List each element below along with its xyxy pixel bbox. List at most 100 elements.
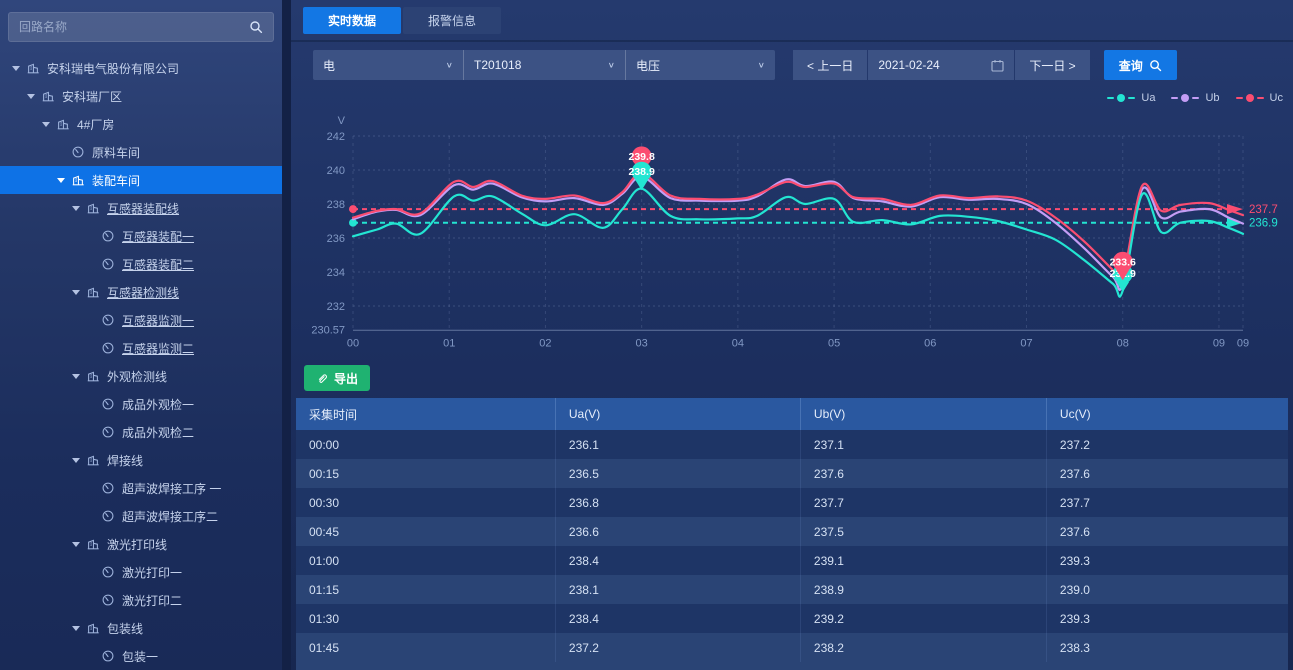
svg-text:04: 04 [732,337,744,349]
table-cell: 236.1 [556,430,801,459]
tree-item-20[interactable]: 包装线 [0,614,282,642]
caret-down-icon[interactable] [57,178,71,183]
tree-item-5[interactable]: 互感器装配线 [0,194,282,222]
prev-day-button[interactable]: < 上一日 [793,50,867,80]
date-picker[interactable]: 2021-02-24 [868,50,1014,80]
table-cell: 00:45 [296,517,556,546]
tree-item-15[interactable]: 超声波焊接工序 一 [0,474,282,502]
caret-down-icon[interactable] [72,542,86,547]
circuit-search-box[interactable] [8,12,274,42]
tree-item-1[interactable]: 安科瑞厂区 [0,82,282,110]
energy-type-select[interactable]: 电 ∨ [313,50,463,80]
next-day-button[interactable]: 下一日 > [1015,50,1089,80]
gauge-icon [101,649,116,663]
tree-item-17[interactable]: 激光打印线 [0,530,282,558]
tree-item-0[interactable]: 安科瑞电气股份有限公司 [0,54,282,82]
building-icon [86,285,101,299]
table-cell: 01:15 [296,575,556,604]
table-cell: 237.7 [801,488,1047,517]
table-cell: 237.6 [1047,517,1288,546]
legend-item-uc[interactable]: Uc [1236,92,1283,104]
svg-text:V: V [338,115,346,127]
tree-item-label: 焊接线 [107,452,143,469]
param-select[interactable]: 电压 ∨ [625,50,775,80]
table-cell: 00:30 [296,488,556,517]
panel-divider [282,0,291,670]
table-cell: 239.1 [801,546,1047,575]
tree-item-13[interactable]: 成品外观检二 [0,418,282,446]
tree-item-4[interactable]: 装配车间 [0,166,282,194]
paperclip-icon [316,372,328,384]
table-cell: 238.2 [801,633,1047,662]
date-value: 2021-02-24 [878,58,939,72]
tree-item-label: 超声波焊接工序 一 [122,480,221,497]
caret-down-icon[interactable] [72,290,86,295]
svg-text:239.8: 239.8 [629,151,655,163]
tree-item-2[interactable]: 4#厂房 [0,110,282,138]
svg-text:240: 240 [327,165,345,177]
tree-item-9[interactable]: 互感器监测一 [0,306,282,334]
gauge-icon [101,565,116,579]
query-label: 查询 [1119,57,1143,74]
caret-down-icon[interactable] [27,94,41,99]
building-icon [56,117,71,131]
search-input[interactable] [19,20,249,34]
query-button[interactable]: 查询 [1104,50,1177,80]
table-cell: 239.0 [1047,575,1288,604]
filter-dropdown-group: 电 ∨ T201018 ∨ 电压 ∨ [313,50,775,80]
caret-down-icon[interactable] [72,458,86,463]
tree-item-8[interactable]: 互感器检测线 [0,278,282,306]
tab-0[interactable]: 实时数据 [303,7,401,34]
svg-text:242: 242 [327,131,345,143]
caret-down-icon[interactable] [72,206,86,211]
svg-text:02: 02 [539,337,551,349]
building-icon [86,621,101,635]
svg-text:07: 07 [1020,337,1032,349]
param-value: 电压 [636,57,660,74]
tab-1[interactable]: 报警信息 [403,7,501,34]
table-row: 00:45236.6237.5237.6 [296,517,1288,546]
caret-down-icon[interactable] [72,626,86,631]
tree-item-21[interactable]: 包装一 [0,642,282,670]
table-row: 00:30236.8237.7237.7 [296,488,1288,517]
tree-item-label: 包装线 [107,620,143,637]
gauge-icon [101,229,116,243]
table-header: 采集时间Ua(V)Ub(V)Uc(V) [296,398,1288,430]
tree-item-19[interactable]: 激光打印二 [0,586,282,614]
tree-item-14[interactable]: 焊接线 [0,446,282,474]
svg-text:233.6: 233.6 [1110,256,1136,268]
building-icon [86,453,101,467]
meter-value: T201018 [474,58,521,72]
table-cell: 239.3 [1047,546,1288,575]
table-cell: 237.6 [1047,459,1288,488]
tree-item-16[interactable]: 超声波焊接工序二 [0,502,282,530]
svg-text:236.9: 236.9 [1249,218,1278,230]
tree-item-18[interactable]: 激光打印一 [0,558,282,586]
tree-item-11[interactable]: 外观检测线 [0,362,282,390]
caret-down-icon[interactable] [12,66,26,71]
caret-down-icon[interactable] [42,122,56,127]
tree-item-10[interactable]: 互感器监测二 [0,334,282,362]
tree-item-label: 互感器检测线 [107,284,179,301]
svg-text:238: 238 [327,199,345,211]
legend-item-ua[interactable]: Ua [1107,92,1155,104]
voltage-chart: UaUbUc 242240238236234232000102030405060… [291,88,1293,360]
table-row: 01:15238.1238.9239.0 [296,575,1288,604]
export-button[interactable]: 导出 [304,365,370,391]
table-cell: 00:15 [296,459,556,488]
tree-item-7[interactable]: 互感器装配二 [0,250,282,278]
gauge-icon [101,481,116,495]
building-icon [26,61,41,75]
caret-down-icon[interactable] [72,374,86,379]
tree-item-12[interactable]: 成品外观检一 [0,390,282,418]
legend-item-ub[interactable]: Ub [1171,92,1219,104]
search-icon[interactable] [249,20,263,34]
table-cell: 236.6 [556,517,801,546]
building-icon [71,173,86,187]
tree-item-label: 互感器装配二 [122,256,194,273]
meter-select[interactable]: T201018 ∨ [463,50,625,80]
building-icon [41,89,56,103]
tree-item-6[interactable]: 互感器装配一 [0,222,282,250]
tree-item-3[interactable]: 原料车间 [0,138,282,166]
table-cell: 01:30 [296,604,556,633]
